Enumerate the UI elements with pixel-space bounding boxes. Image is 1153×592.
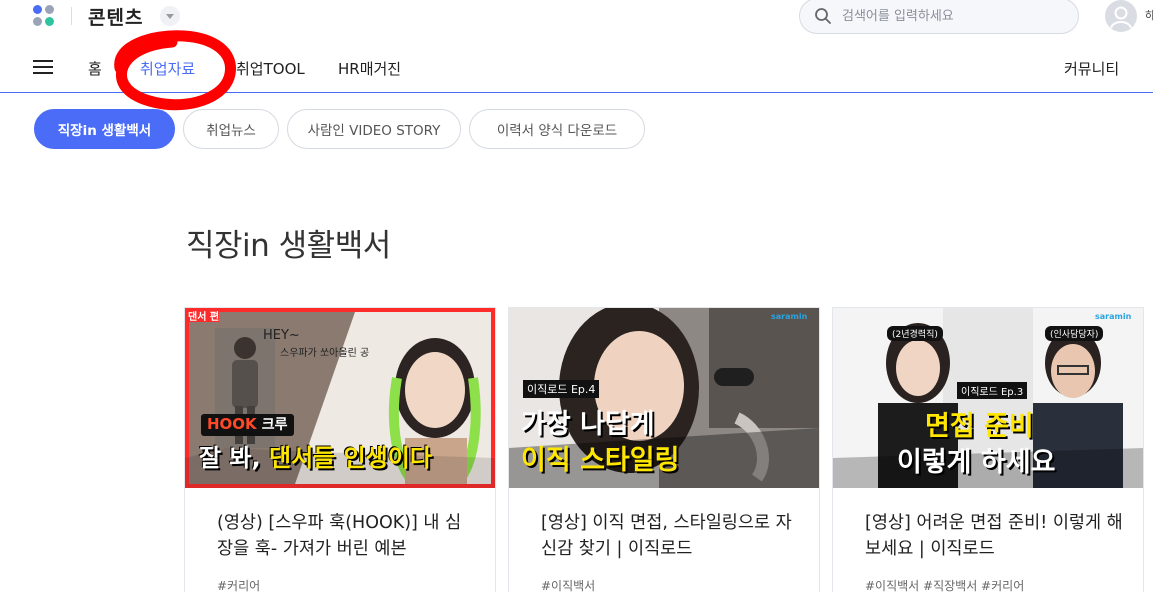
- thumb-text: (2년경력직): [887, 326, 943, 341]
- user-icon: [1110, 6, 1132, 29]
- thumb-text: HEY~: [263, 328, 300, 343]
- chip-resume-download[interactable]: 이력서 양식 다운로드: [469, 109, 645, 149]
- chip-video-story[interactable]: 사람인 VIDEO STORY: [287, 109, 461, 149]
- menu-icon[interactable]: [33, 58, 55, 76]
- saramin-logo: saramin: [771, 312, 808, 321]
- card-thumbnail[interactable]: 댄서 편 HEY~ 스우파가 쏘아올린 공 HOOK 크루 잘 봐, 댄서들 인…: [185, 308, 495, 488]
- nav-item-home[interactable]: 홈: [88, 58, 102, 79]
- thumb-hook-label: HOOK 크루: [201, 414, 294, 436]
- page-title: 직장in 생활백서: [186, 228, 391, 264]
- brand-title[interactable]: 콘텐츠: [88, 3, 143, 30]
- search-icon[interactable]: [814, 7, 832, 25]
- thumb-text: HOOK: [207, 415, 257, 433]
- content-card[interactable]: 댄서 편 HEY~ 스우파가 쏘아올린 공 HOOK 크루 잘 봐, 댄서들 인…: [184, 307, 496, 592]
- content-card[interactable]: saramin (2년경력직) (인사담당자) 이직로드 Ep.3 면접 준비 …: [832, 307, 1144, 592]
- chip-work-life-guide[interactable]: 직장in 생활백서: [34, 109, 175, 149]
- thumb-text: 이직로드 Ep.4: [523, 380, 600, 398]
- card-tags[interactable]: #이직백서 #직장백서 #커리어: [865, 577, 1024, 592]
- chip-job-news[interactable]: 취업뉴스: [183, 109, 279, 149]
- thumb-text: 면접 준비: [925, 411, 1034, 442]
- top-header: 콘텐츠 하: [0, 0, 1153, 40]
- thumb-text: 스우파가 쏘아올린 공: [280, 348, 370, 359]
- content-card[interactable]: saramin 이직로드 Ep.4 가장 나답게 이직 스타일링 [영상] 이직…: [508, 307, 820, 592]
- thumb-text: 이직로드 Ep.3: [957, 382, 1028, 399]
- thumb-text: 크루: [261, 417, 288, 433]
- card-thumbnail[interactable]: saramin 이직로드 Ep.4 가장 나답게 이직 스타일링: [509, 308, 819, 488]
- thumb-badge: 댄서 편: [188, 312, 220, 323]
- nav-item-hr-magazine[interactable]: HR매거진: [338, 58, 401, 79]
- card-thumbnail[interactable]: saramin (2년경력직) (인사담당자) 이직로드 Ep.3 면접 준비 …: [833, 308, 1143, 488]
- thumb-text: 잘 봐,: [199, 444, 269, 472]
- chevron-down-icon[interactable]: [160, 6, 180, 26]
- card-title[interactable]: [영상] 이직 면접, 스타일링으로 자신감 찾기 | 이직로드: [541, 510, 801, 562]
- thumb-headline: 잘 봐, 댄서들 인생이다: [199, 438, 432, 473]
- card-title[interactable]: (영상) [스우파 훅(HOOK)] 내 심장을 훅- 가져가 버린 예본: [217, 510, 477, 562]
- avatar[interactable]: [1105, 0, 1137, 32]
- main-nav: 홈 취업자료 취업TOOL HR매거진 커뮤니티: [0, 41, 1153, 93]
- search-box[interactable]: [799, 0, 1079, 34]
- thumb-text: 이렇게 하세요: [897, 447, 1056, 478]
- nav-item-job-tool[interactable]: 취업TOOL: [236, 58, 305, 79]
- thumb-text: 댄서들 인생이다: [269, 444, 432, 472]
- nav-item-community[interactable]: 커뮤니티: [1064, 58, 1119, 79]
- app-logo-icon[interactable]: [33, 5, 57, 29]
- card-title[interactable]: [영상] 어려운 면접 준비! 이렇게 해보세요 | 이직로드: [865, 510, 1125, 562]
- header-divider: [71, 7, 72, 25]
- card-tags[interactable]: #이직백서: [541, 577, 595, 592]
- card-tags[interactable]: #커리어: [217, 577, 260, 592]
- nav-item-job-resources[interactable]: 취업자료: [140, 58, 195, 79]
- thumb-text: 이직 스타일링: [521, 445, 680, 476]
- search-input[interactable]: [842, 5, 1062, 27]
- saramin-logo: saramin: [1095, 312, 1132, 321]
- thumb-text: 가장 나답게: [521, 409, 655, 440]
- thumb-text: (인사담당자): [1045, 326, 1104, 341]
- user-name[interactable]: 하: [1145, 7, 1153, 23]
